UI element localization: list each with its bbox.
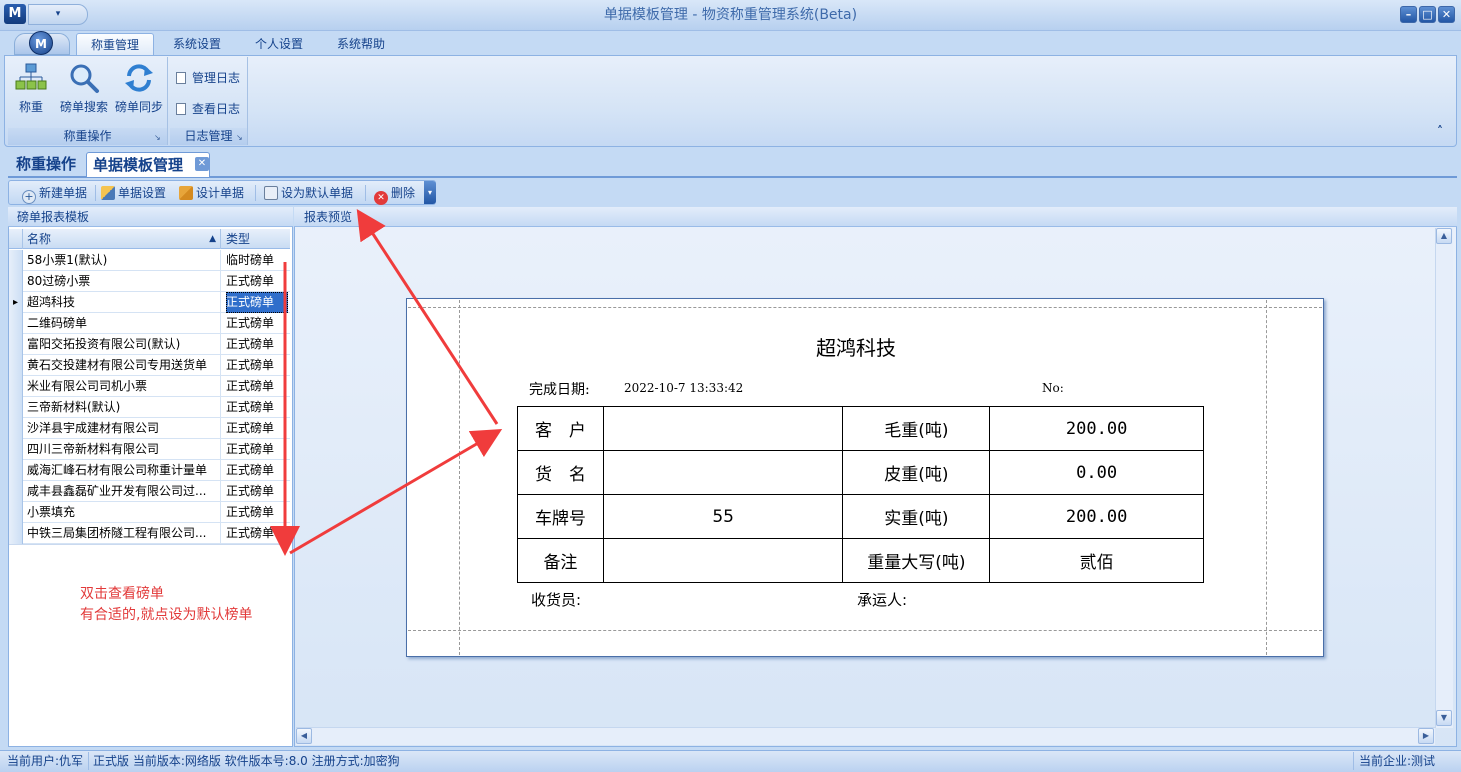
status-current-user: 当前用户:仇军 xyxy=(2,752,90,770)
arrow-to-set-default xyxy=(356,208,499,425)
annotation-arrows xyxy=(270,208,503,556)
status-current-company: 当前企业:测试 xyxy=(1353,752,1440,770)
arrow-to-report xyxy=(289,428,503,555)
status-version-info: 正式版 当前版本:网络版 软件版本号:8.0 注册方式:加密狗 xyxy=(93,754,400,768)
